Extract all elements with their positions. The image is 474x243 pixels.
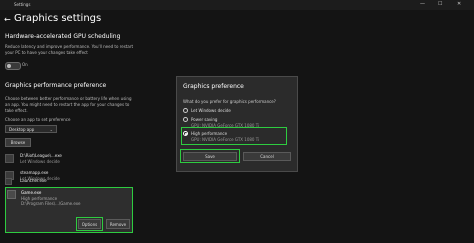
high-performance-highlight [181, 127, 287, 145]
toggle-knob [7, 64, 11, 68]
app-icon [5, 178, 12, 185]
app-name: D:\Riot\League\...exe [20, 153, 62, 158]
dialog-question: What do you prefer for graphics performa… [183, 99, 276, 104]
graphics-preference-description: Choose between better performance or bat… [5, 96, 132, 113]
close-button[interactable]: ✕ [457, 1, 461, 7]
minimize-button[interactable]: — [420, 1, 425, 7]
graphics-preference-dialog: Graphics preference What do you prefer f… [176, 76, 298, 172]
title-bar: Settings — ☐ ✕ [0, 0, 474, 10]
radio-let-windows-decide[interactable] [183, 108, 188, 113]
save-button[interactable]: Save [183, 152, 237, 161]
remove-button[interactable]: Remove [106, 219, 130, 229]
dialog-title: Graphics preference [183, 83, 244, 90]
options-button[interactable]: Options [78, 219, 101, 229]
back-arrow-icon[interactable]: ← [4, 15, 11, 24]
app-preference: Let Windows decide [20, 159, 60, 164]
gpu-scheduling-toggle[interactable] [5, 62, 21, 70]
list-item[interactable]: Launcher.exe [5, 178, 133, 186]
maximize-button[interactable]: ☐ [438, 1, 442, 7]
option-label: Power saving [191, 117, 218, 122]
app-path: D:\Program Files\...\Game.exe [21, 201, 81, 206]
cancel-button[interactable]: Cancel [243, 152, 291, 161]
browse-button[interactable]: Browse [5, 138, 31, 147]
choose-app-label: Choose an app to set preference [5, 117, 71, 122]
app-type-select[interactable]: Desktop app ⌄ [5, 125, 57, 133]
app-type-select-value: Desktop app [9, 127, 35, 132]
option-gpu: GPU: NVIDIA GeForce GTX 1080 Ti [191, 137, 260, 142]
app-name: steamapp.exe [20, 170, 49, 175]
app-icon [7, 190, 16, 199]
graphics-preference-heading: Graphics performance preference [5, 82, 107, 89]
toggle-label: On [22, 62, 28, 67]
page-title: Graphics settings [14, 13, 102, 24]
gpu-scheduling-heading: Hardware-accelerated GPU scheduling [5, 33, 121, 40]
list-item[interactable]: D:\Riot\League\...exe Let Windows decide [5, 152, 133, 168]
radio-power-saving[interactable] [183, 117, 188, 122]
option-label: Let Windows decide [191, 108, 231, 113]
gpu-scheduling-description: Reduce latency and improve performance. … [5, 44, 134, 55]
option-label: High performance [191, 131, 228, 136]
chevron-down-icon: ⌄ [49, 127, 53, 132]
app-name: Launcher.exe [20, 178, 47, 183]
app-icon [5, 154, 14, 163]
window-app-name: Settings [14, 2, 31, 7]
app-name: Game.exe [21, 190, 42, 195]
radio-high-performance[interactable] [183, 131, 188, 136]
